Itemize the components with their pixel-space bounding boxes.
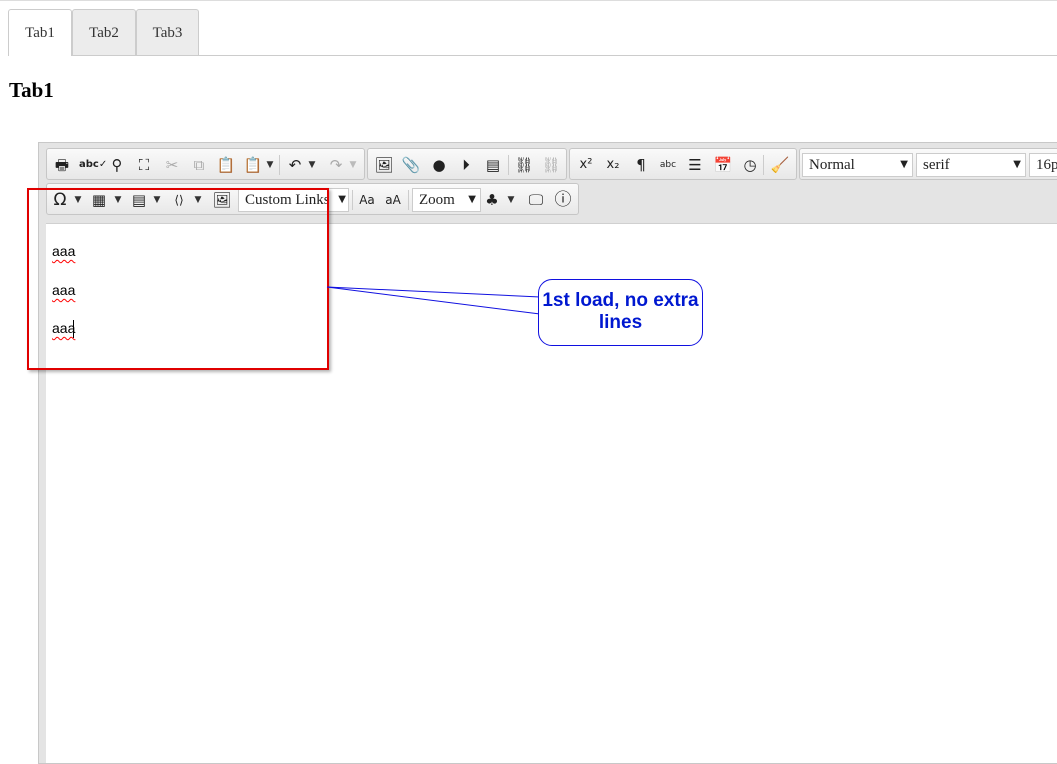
annotation-callout: 1st load, no extra lines (538, 279, 703, 346)
callout-pointer (326, 286, 541, 315)
